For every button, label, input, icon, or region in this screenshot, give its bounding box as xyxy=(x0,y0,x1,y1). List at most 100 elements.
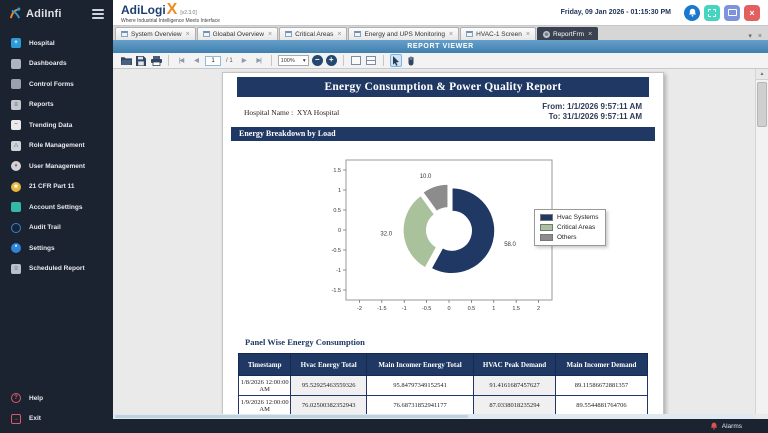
tab-critical-areas[interactable]: Critical Areas× xyxy=(279,27,347,40)
sidebar-item-settings[interactable]: *Settings xyxy=(0,238,113,259)
close-app-icon[interactable]: × xyxy=(744,5,760,21)
energy-breakdown-chart-block: -2-1.5-1-0.500.511.52-1.5-1-0.500.511.55… xyxy=(223,141,663,337)
sidebar-item-account-settings[interactable]: Account Settings xyxy=(0,197,113,218)
close-icon[interactable]: × xyxy=(588,31,592,38)
multi-page-view-button[interactable] xyxy=(365,54,377,67)
table-cell: 89.11586672881357 xyxy=(555,376,647,396)
table-cell: 95.52925463559326 xyxy=(291,376,367,396)
sidebar-item-dashboards[interactable]: Dashboards xyxy=(0,54,113,75)
scheduled-report-icon: ≡ xyxy=(11,264,21,274)
hamburger-menu-icon[interactable] xyxy=(92,9,104,19)
donut-chart: -2-1.5-1-0.500.511.52-1.5-1-0.500.511.55… xyxy=(319,154,569,317)
sidebar-item-reports[interactable]: ≡ Reports xyxy=(0,95,113,116)
exit-icon: → xyxy=(11,414,21,424)
sidebar-item-hospital[interactable]: +Hospital xyxy=(0,33,113,54)
legend-label: Hvac Systems xyxy=(557,214,599,221)
sidebar-item-exit[interactable]: →Exit xyxy=(0,409,113,430)
tab-gloabal-overview[interactable]: Gloabal Overview× xyxy=(197,27,278,40)
datetime-display: Friday, 09 Jan 2026 - 01:15:30 PM xyxy=(561,9,671,16)
screen-capture-icon[interactable] xyxy=(704,5,720,21)
header-right: Friday, 09 Jan 2026 - 01:15:30 PM × xyxy=(561,5,760,21)
app-version: [v2.3.0] xyxy=(180,11,196,16)
help-icon: ? xyxy=(11,393,21,403)
tab-bar-controls: ▾ × xyxy=(748,32,768,40)
y-tick-label: -1.5 xyxy=(332,288,341,294)
screen-tab-icon xyxy=(203,31,210,37)
pointer-tool-button[interactable] xyxy=(390,54,402,67)
notifications-bell-icon[interactable] xyxy=(684,5,700,21)
first-page-button[interactable]: |◀ xyxy=(175,54,187,67)
report-viewer-titlebar: REPORT VIEWER xyxy=(113,40,768,53)
x-tick-label: -1 xyxy=(402,306,407,312)
table-cell: 89.5544881764706 xyxy=(555,396,647,416)
app-name-x: X xyxy=(167,2,178,18)
table-cell: 1/9/2026 12:00:00 AM xyxy=(239,396,291,416)
vertical-scrollbar-thumb[interactable] xyxy=(757,82,767,127)
sidebar-item-control-forms[interactable]: Control Forms xyxy=(0,74,113,95)
hospital-name-label: Hospital Name : xyxy=(244,108,293,117)
save-report-button[interactable] xyxy=(135,54,147,67)
tab-bar: System Overview×Gloabal Overview×Critica… xyxy=(113,26,768,40)
sidebar-item-scheduled-report[interactable]: ≡Scheduled Report xyxy=(0,259,113,280)
close-icon[interactable]: × xyxy=(337,31,341,38)
tab-system-overview[interactable]: System Overview × xyxy=(115,27,196,40)
window-restore-icon[interactable] xyxy=(724,5,740,21)
report-title: Energy Consumption & Power Quality Repor… xyxy=(237,77,649,97)
sidebar-item-label: Trending Data xyxy=(29,122,72,129)
user-management-icon: ♦ xyxy=(11,161,21,171)
toolbar-separator xyxy=(271,55,272,66)
tab-reportfrm[interactable]: ReportFrm× xyxy=(537,27,598,40)
reports-icon: ≡ xyxy=(11,100,21,110)
toolbar-separator xyxy=(383,55,384,66)
sidebar-item-audit-trail[interactable]: Audit Trail xyxy=(0,218,113,239)
sidebar-item-trending-data[interactable]: ~ Trending Data xyxy=(0,115,113,136)
table-header-row: TimestampHvac Energy TotalMain Incomer E… xyxy=(239,354,648,376)
sidebar-item-label: Role Management xyxy=(29,142,85,149)
settings-icon: * xyxy=(11,243,21,253)
previous-page-button[interactable]: ◀ xyxy=(190,54,202,67)
trending-data-icon: ~ xyxy=(11,120,21,130)
print-report-button[interactable] xyxy=(150,54,162,67)
tab-energy-and-ups-monitoring[interactable]: Energy and UPS Monitoring × xyxy=(348,27,459,40)
tab-bar-close-icon[interactable]: × xyxy=(758,33,762,40)
close-icon[interactable]: × xyxy=(268,31,272,38)
sidebar-item-label: User Management xyxy=(29,163,85,170)
sidebar-item-label: Reports xyxy=(29,101,54,108)
slice-value-label: 32.0 xyxy=(380,232,392,238)
close-icon[interactable]: × xyxy=(186,31,190,38)
top-header: AdiLogiX [v2.3.0] Where Industrial Intel… xyxy=(113,0,768,26)
close-icon[interactable]: × xyxy=(526,31,530,38)
screen-tab-icon xyxy=(121,31,128,37)
y-tick-label: -0.5 xyxy=(332,248,341,254)
scroll-up-icon[interactable]: ▲ xyxy=(756,69,768,80)
pan-hand-tool-button[interactable] xyxy=(405,54,417,67)
vertical-scrollbar[interactable]: ▲ xyxy=(755,69,768,414)
sidebar-item-help[interactable]: ?Help xyxy=(0,388,113,409)
alarm-bell-icon[interactable] xyxy=(710,422,718,430)
page-number-input[interactable]: 1 xyxy=(205,56,221,66)
zoom-level-value: 100% xyxy=(281,58,295,64)
report-info-row: Hospital Name : XYA Hospital From: 1/1/2… xyxy=(237,97,649,127)
sidebar-item-21-cfr-part-11[interactable]: ★21 CFR Part 11 xyxy=(0,177,113,198)
horizontal-scrollbar-thumb[interactable] xyxy=(115,415,468,418)
single-page-view-button[interactable] xyxy=(350,54,362,67)
sidebar-item-user-management[interactable]: ♦ User Management xyxy=(0,156,113,177)
alarms-label[interactable]: Alarms xyxy=(722,423,742,430)
sidebar-item-label: Account Settings xyxy=(29,204,82,211)
tab-label: System Overview xyxy=(131,31,182,38)
tab-hvac-1-screen[interactable]: HVAC-1 Screen× xyxy=(460,27,536,40)
tab-label: Energy and UPS Monitoring xyxy=(364,31,445,38)
tab-dropdown-icon[interactable]: ▾ xyxy=(748,32,752,40)
sidebar-item-role-management[interactable]: ∴Role Management xyxy=(0,136,113,157)
sidebar-footer: ?Help→Exit xyxy=(0,388,113,429)
zoom-in-button[interactable]: + xyxy=(326,55,337,66)
last-page-button[interactable]: ▶| xyxy=(253,54,265,67)
zoom-out-button[interactable]: − xyxy=(312,55,323,66)
close-icon[interactable]: × xyxy=(449,31,453,38)
app-brand: AdiLogiX [v2.3.0] Where Industrial Intel… xyxy=(121,2,220,24)
next-page-button[interactable]: ▶ xyxy=(238,54,250,67)
open-report-button[interactable] xyxy=(120,54,132,67)
table-cell: 1/8/2026 12:00:00 AM xyxy=(239,376,291,396)
zoom-level-select[interactable]: 100% ▾ xyxy=(278,55,309,66)
legend-item-critical-areas: Critical Areas xyxy=(540,224,599,231)
